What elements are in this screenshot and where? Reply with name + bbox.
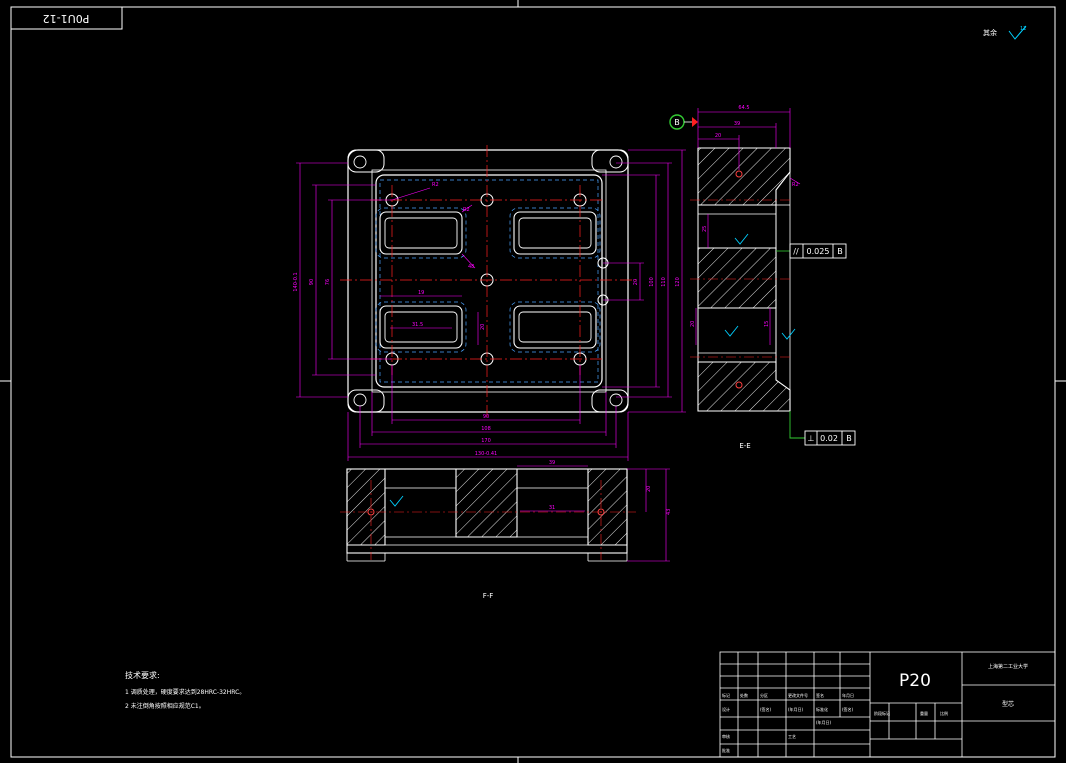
code-box: P0U1-12 [10,6,123,30]
dim-text-left-140: 140-0.1 [293,272,299,291]
dim-text-130: 130-0.41 [475,451,497,457]
fcf-perpendicularity: ⊥ 0.02 B [804,430,856,446]
dim-text-right-20: 20 [633,279,639,285]
tech-requirements: 技术要求: 1 调质处理，硬度要求达到28HRC-32HRC。 2 未注倒角按照… [125,670,245,710]
ff-dim-39: 39 [549,460,555,466]
ee-dim-39: 39 [734,121,740,127]
tb-cell-process: 工艺 [788,734,796,739]
tb-cell-scale: 比例 [940,710,948,716]
cad-drawing-sheet: P0U1-12 其余 12 90 108 170 130-0.41 140-0.… [0,0,1066,763]
ee-dim-r2: R2 [792,182,799,188]
surface-finish-label: 其余 [983,28,997,37]
tb-cell-change-doc: 更改文件号 [788,692,808,698]
tb-cell-mark: 标记 [722,692,730,698]
tech-req-item-1: 1 调质处理，硬度要求达到28HRC-32HRC。 [125,688,245,696]
top-view-centerlines [340,145,636,420]
datum-b-letter: B [674,118,680,127]
tb-cell-count: 处数 [740,692,748,698]
section-f-f: 39 31 20 43 F-F [340,460,672,600]
dim-text-right-100: 100 [649,277,655,287]
fcf-parallel-symbol: // [793,247,799,256]
top-view-holes [385,193,609,366]
tech-req-title: 技术要求: [125,670,160,680]
tb-cell-std-sign: (签名) [842,706,854,712]
ee-dim-64-5: 64.5 [738,105,749,111]
school-name: 上海第二工业大学 [988,663,1028,670]
ee-dim-20b: 20 [690,321,696,327]
dim-text-108: 108 [481,426,491,432]
top-view-plate-outline [347,149,629,413]
fcf-perp-datum: B [846,434,852,443]
section-ff-label: F-F [483,592,494,600]
tb-cell-std-date: (年月日) [816,719,832,725]
fcf-perp-symbol: ⊥ [808,434,815,443]
dim-text-r2-a: R2 [432,182,439,188]
fcf-parallelism: // 0.025 B [789,243,847,259]
surface-roughness-icon [781,328,796,340]
dim-text-90: 90 [483,414,489,420]
dim-text-19: 19 [418,290,424,296]
surface-roughness-icon [389,495,404,507]
tb-cell-design: 设计 [722,706,730,712]
dim-text-right-110: 110 [661,277,667,287]
part-name: 型芯 [1002,700,1014,708]
dim-text-48: 48 [468,264,474,270]
tb-cell-std: 标准化 [816,706,828,712]
ee-dim-20: 20 [715,133,721,139]
dim-text-right-120: 120 [675,277,681,287]
section-ee-label: E-E [739,442,750,450]
ee-dim-15: 15 [764,321,770,327]
drawing-canvas: P0U1-12 其余 12 90 108 170 130-0.41 140-0.… [0,0,1066,763]
sheet-border [0,0,1066,763]
ff-dim-43: 43 [666,509,672,515]
ff-dim-20: 20 [646,486,652,492]
fcf-parallel-value: 0.025 [807,247,830,256]
fcf-perp-value: 0.02 [820,434,838,443]
dim-text-r2-b: R2 [463,207,470,213]
tb-cell-design-sign: (签名) [760,706,772,712]
ff-dim-31: 31 [549,505,555,511]
dim-text-20: 20 [480,324,486,330]
dim-text-left-76: 76 [325,279,331,285]
dim-text-170: 170 [481,438,491,444]
ee-dim-25: 25 [702,226,708,232]
tb-cell-date: 年月日 [842,692,854,698]
tb-cell-weight: 重量 [920,710,928,716]
surface-roughness-icon [734,233,749,245]
tb-cell-design-date: (年月日) [788,706,804,712]
tb-cell-review: 审核 [722,733,730,739]
tb-cell-stage: 阶段标记 [874,710,890,716]
dim-text-left-90: 90 [309,279,315,285]
section-e-e: B 64.5 39 20 R2 25 15 20 // 0.025 B ⊥ 0.… [669,105,856,450]
dim-text-31-5: 31.5 [412,322,423,328]
tb-cell-sign: 签名 [816,692,824,698]
surface-finish-value: 12 [1020,26,1026,32]
part-number: P20 [899,671,931,691]
surface-roughness-icon [724,325,739,337]
top-view: 90 108 170 130-0.41 140-0.1 90 76 20 100… [293,145,686,461]
tb-cell-zone: 分区 [760,692,768,698]
tech-req-item-2: 2 未注倒角按照相应规范C1。 [125,702,205,710]
surface-finish-note: 其余 12 [983,25,1027,40]
fcf-parallel-datum: B [837,247,843,256]
code-box-text: P0U1-12 [43,12,90,25]
tb-cell-approve: 批准 [722,747,730,753]
